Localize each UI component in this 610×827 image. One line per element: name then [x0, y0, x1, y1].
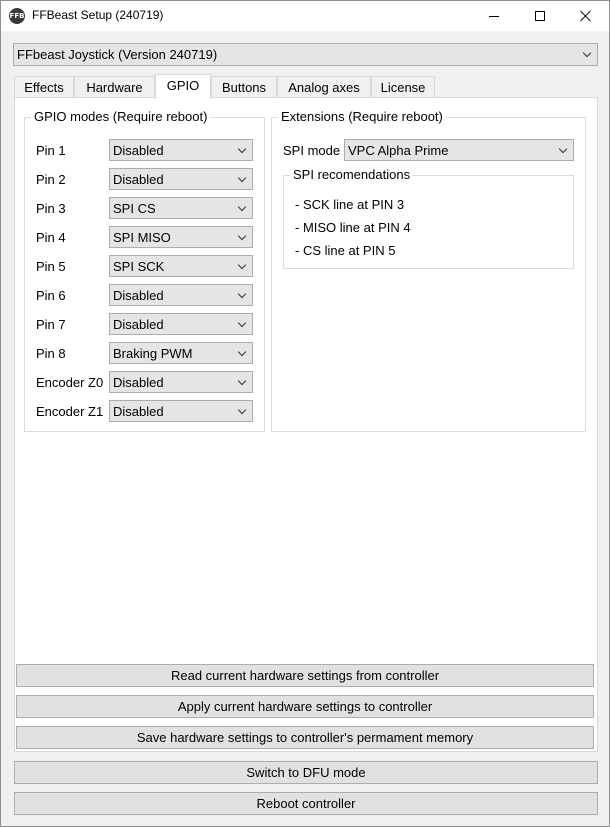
- pin-5-label: Pin 5: [36, 259, 66, 274]
- pin-3-select[interactable]: SPI CS: [109, 197, 253, 219]
- tab-effects[interactable]: Effects: [14, 76, 74, 98]
- read-settings-button[interactable]: Read current hardware settings from cont…: [16, 664, 594, 687]
- save-settings-button[interactable]: Save hardware settings to controller's p…: [16, 726, 594, 749]
- extensions-title: Extensions (Require reboot): [278, 109, 446, 124]
- pin-4-label: Pin 4: [36, 230, 66, 245]
- encoder-z0-select[interactable]: Disabled: [109, 371, 253, 393]
- pin-2-select[interactable]: Disabled: [109, 168, 253, 190]
- extensions-group: Extensions (Require reboot) SPI mode VPC…: [271, 109, 586, 432]
- gpio-modes-title: GPIO modes (Require reboot): [31, 109, 211, 124]
- chevron-down-icon: [238, 379, 246, 387]
- app-window: FFB FFBeast Setup (240719) FFbeast Joyst…: [0, 0, 610, 827]
- recommendation-line: - CS line at PIN 5: [295, 243, 396, 258]
- encoder-z1-label: Encoder Z1: [36, 404, 104, 419]
- device-select[interactable]: FFbeast Joystick (Version 240719): [13, 43, 598, 66]
- maximize-icon: [535, 11, 545, 21]
- pin-7-label: Pin 7: [36, 317, 66, 332]
- gpio-modes-group: GPIO modes (Require reboot) Pin 1 Disabl…: [24, 109, 265, 432]
- encoder-z1-select[interactable]: Disabled: [109, 400, 253, 422]
- pin-2-label: Pin 2: [36, 172, 66, 187]
- pin-8-label: Pin 8: [36, 346, 66, 361]
- tab-license[interactable]: License: [371, 76, 435, 98]
- recommendation-line: - SCK line at PIN 3: [295, 197, 405, 212]
- pin-1-label: Pin 1: [36, 143, 66, 158]
- spi-recommendations-title: SPI recomendations: [290, 167, 414, 182]
- app-logo-icon: FFB: [9, 8, 25, 24]
- pin-5-select[interactable]: SPI SCK: [109, 255, 253, 277]
- chevron-down-icon: [238, 408, 246, 416]
- reboot-controller-button[interactable]: Reboot controller: [14, 792, 598, 815]
- tab-analog-axes[interactable]: Analog axes: [277, 76, 371, 98]
- device-select-value: FFbeast Joystick (Version 240719): [17, 47, 218, 62]
- minimize-icon: [489, 15, 499, 17]
- chevron-down-icon: [238, 292, 246, 300]
- pin-1-select[interactable]: Disabled: [109, 139, 253, 161]
- pin-6-label: Pin 6: [36, 288, 66, 303]
- tab-gpio[interactable]: GPIO: [155, 74, 211, 99]
- chevron-down-icon: [238, 176, 246, 184]
- gpio-tab-panel: GPIO modes (Require reboot) Pin 1 Disabl…: [14, 97, 598, 752]
- tab-hardware[interactable]: Hardware: [74, 76, 155, 98]
- apply-settings-button[interactable]: Apply current hardware settings to contr…: [16, 695, 594, 718]
- tab-buttons[interactable]: Buttons: [211, 76, 277, 98]
- minimize-button[interactable]: [471, 1, 517, 31]
- pin-8-select[interactable]: Braking PWM: [109, 342, 253, 364]
- chevron-down-icon: [238, 147, 246, 155]
- maximize-button[interactable]: [517, 1, 563, 31]
- chevron-down-icon: [238, 263, 246, 271]
- chevron-down-icon: [238, 350, 246, 358]
- spi-recommendations-group: SPI recomendations - SCK line at PIN 3 -…: [283, 167, 574, 269]
- recommendation-line: - MISO line at PIN 4: [295, 220, 411, 235]
- chevron-down-icon: [238, 321, 246, 329]
- window-title: FFBeast Setup (240719): [32, 8, 164, 22]
- chevron-down-icon: [238, 234, 246, 242]
- title-bar: FFB FFBeast Setup (240719): [1, 1, 609, 31]
- pin-4-select[interactable]: SPI MISO: [109, 226, 253, 248]
- spi-mode-label: SPI mode: [283, 143, 341, 158]
- pin-3-label: Pin 3: [36, 201, 66, 216]
- close-icon: [580, 10, 592, 22]
- encoder-z0-label: Encoder Z0: [36, 375, 104, 390]
- pin-6-select[interactable]: Disabled: [109, 284, 253, 306]
- dfu-mode-button[interactable]: Switch to DFU mode: [14, 761, 598, 784]
- chevron-down-icon: [559, 147, 567, 155]
- spi-mode-select[interactable]: VPC Alpha Prime: [344, 139, 574, 161]
- chevron-down-icon: [583, 51, 591, 59]
- chevron-down-icon: [238, 205, 246, 213]
- close-button[interactable]: [563, 1, 609, 31]
- pin-7-select[interactable]: Disabled: [109, 313, 253, 335]
